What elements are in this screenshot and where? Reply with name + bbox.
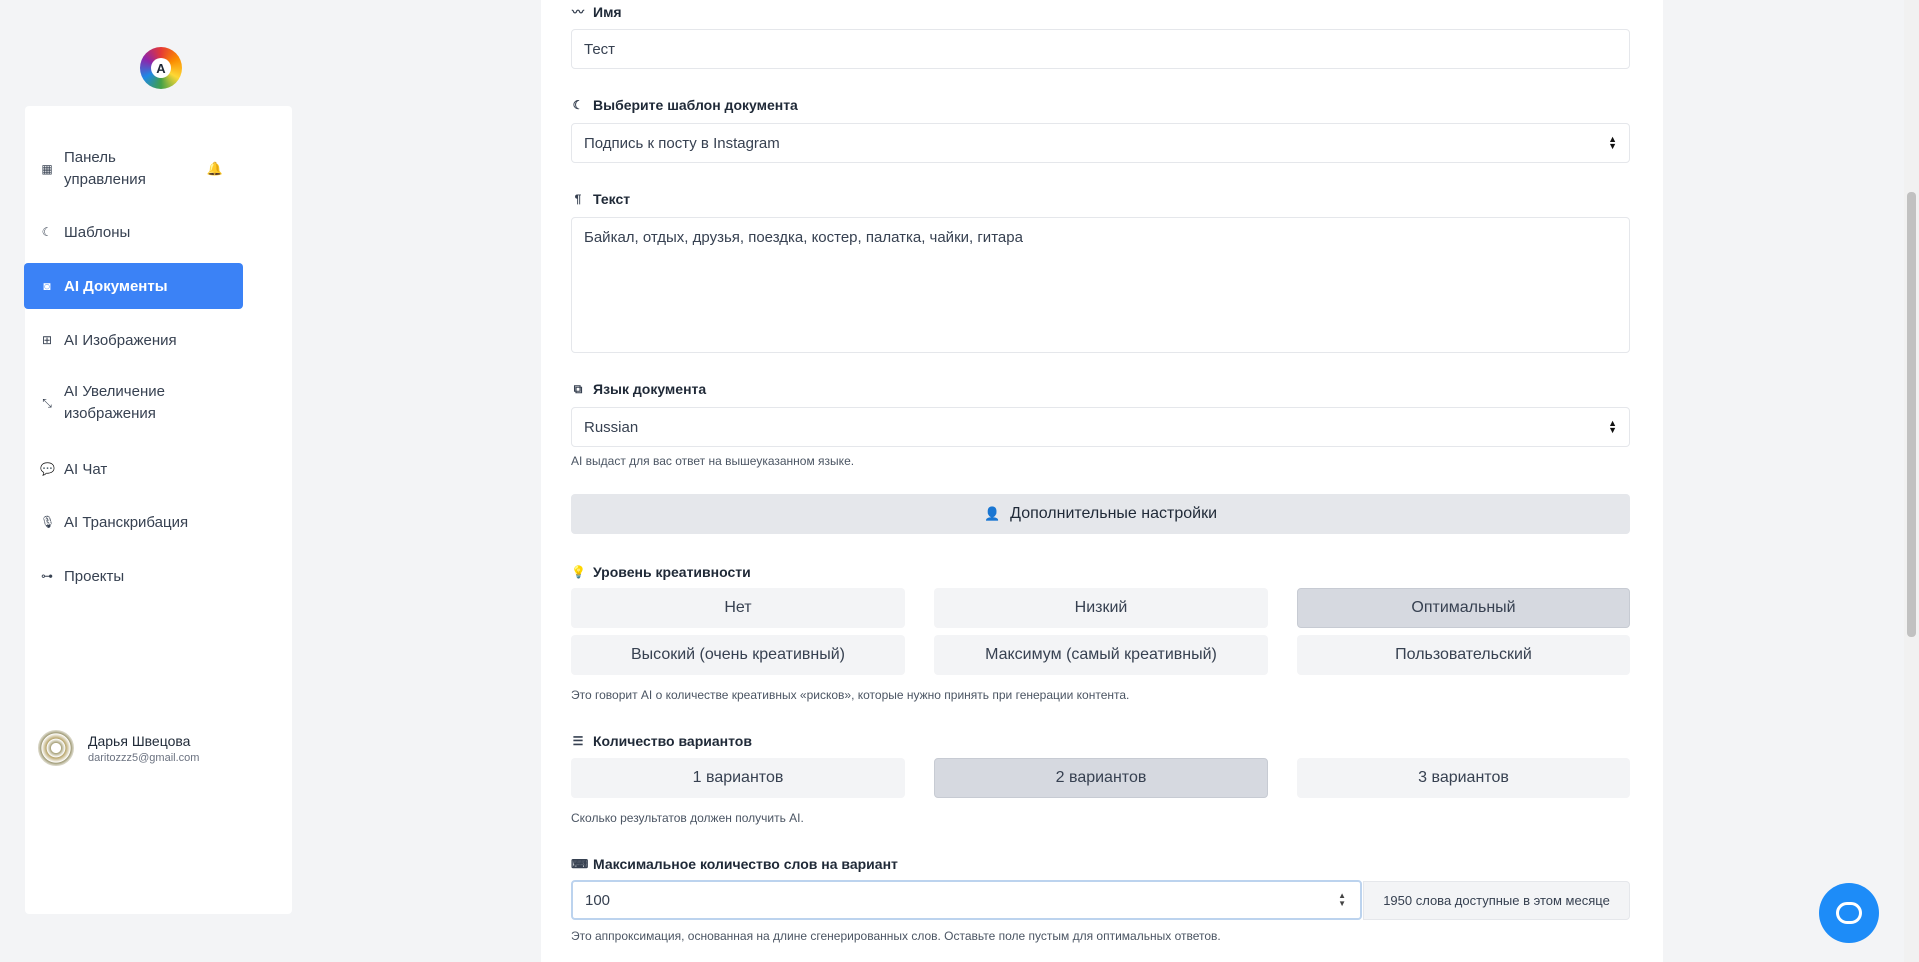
sidebar-item-dashboard[interactable]: ▦ Панель управления 🔔	[24, 146, 243, 192]
chat-icon: 💬	[40, 462, 55, 476]
sidebar-item-ai-upscale[interactable]: ⤡ AI Увеличение изображения	[24, 380, 243, 426]
spinner-arrows-icon[interactable]: ▲ ▼	[1338, 892, 1346, 908]
chat-widget-button[interactable]	[1819, 883, 1879, 943]
expand-icon: ⤡	[42, 395, 52, 410]
project-diagram-icon: ⊶	[41, 569, 53, 583]
app-logo[interactable]: A	[140, 47, 182, 89]
variants-hint: Сколько результатов должен получить AI.	[571, 811, 804, 825]
signature-icon: 〰	[571, 5, 584, 19]
language-icon: ⧉	[573, 381, 583, 396]
bell-icon[interactable]: 🔔	[207, 161, 223, 177]
user-profile[interactable]: Дарья Швецова daritozzz5@gmail.com	[38, 730, 199, 766]
sidebar-item-ai-chat[interactable]: 💬 AI Чат	[24, 454, 243, 484]
words-available-addon: 1950 слова доступные в этом месяце	[1363, 881, 1630, 920]
chat-bubble-icon	[1836, 902, 1862, 924]
avatar	[38, 730, 74, 766]
sidebar-item-label: AI Транскрибация	[64, 513, 189, 531]
creativity-option-none[interactable]: Нет	[571, 588, 905, 628]
keyboard-icon: ⌨	[571, 857, 589, 871]
advanced-settings-button[interactable]: 👤 Дополнительные настройки	[571, 494, 1630, 534]
sidebar-item-ai-transcription[interactable]: 🎙 AI Транскрибация	[24, 507, 243, 537]
image-icon: ⊞	[41, 333, 53, 347]
max-words-input[interactable]: 100 ▲ ▼	[571, 880, 1362, 920]
sidebar-item-ai-images[interactable]: ⊞ AI Изображения	[24, 325, 243, 355]
sidebar-item-label: AI Документы	[64, 277, 168, 295]
creativity-option-high[interactable]: Высокий (очень креативный)	[571, 635, 905, 675]
creativity-option-custom[interactable]: Пользовательский	[1297, 635, 1630, 675]
sidebar-item-label: Шаблоны	[64, 223, 131, 241]
text-area[interactable]: Байкал, отдых, друзья, поездка, костер, …	[571, 217, 1630, 353]
moon-icon: ☾	[572, 98, 584, 112]
name-label: 〰 Имя	[571, 3, 622, 20]
name-input[interactable]: Тест	[571, 29, 1630, 69]
text-label: ¶ Текст	[571, 191, 630, 207]
creativity-option-low[interactable]: Низкий	[934, 588, 1268, 628]
sidebar-item-projects[interactable]: ⊶ Проекты	[24, 561, 243, 591]
sidebar-item-label: AI Изображения	[64, 331, 177, 349]
variants-option-3[interactable]: 3 вариантов	[1297, 758, 1630, 798]
creativity-label: 💡 Уровень креативности	[571, 564, 751, 580]
creativity-option-optimal[interactable]: Оптимальный	[1297, 588, 1630, 628]
select-arrows-icon: ▲ ▼	[1608, 134, 1617, 151]
template-label: ☾ Выберите шаблон документа	[572, 97, 798, 113]
variants-option-2[interactable]: 2 вариантов	[934, 758, 1268, 798]
list-icon: ☰	[572, 734, 584, 748]
sidebar-item-label: Панель управления	[64, 149, 146, 188]
user-email: daritozzz5@gmail.com	[88, 751, 200, 764]
sidebar-item-templates[interactable]: ☾ Шаблоны	[24, 217, 243, 247]
user-name: Дарья Швецова	[88, 732, 191, 749]
paragraph-icon: ¶	[574, 192, 582, 206]
scrollbar-thumb[interactable]	[1907, 192, 1916, 637]
sidebar-item-label: AI Чат	[64, 460, 108, 478]
max-words-hint: Это аппроксимация, основанная на длине с…	[571, 929, 1221, 943]
moon-icon: ☾	[41, 225, 53, 239]
variants-option-1[interactable]: 1 вариантов	[571, 758, 905, 798]
creativity-option-max[interactable]: Максимум (самый креативный)	[934, 635, 1268, 675]
creativity-hint: Это говорит AI о количестве креативных «…	[571, 688, 1130, 702]
robot-icon: ◙	[43, 279, 51, 293]
language-select[interactable]: Russian ▲ ▼	[571, 407, 1630, 447]
language-label: ⧉ Язык документа	[571, 381, 706, 397]
microphone-icon: 🎙	[40, 515, 56, 529]
user-cog-icon: 👤	[983, 506, 1001, 521]
select-arrows-icon: ▲ ▼	[1608, 418, 1617, 435]
grid-icon: ▦	[41, 162, 53, 176]
sidebar-item-label: Проекты	[64, 567, 125, 585]
language-hint: AI выдаст для вас ответ на вышеуказанном…	[571, 454, 855, 468]
variants-label: ☰ Количество вариантов	[572, 733, 752, 749]
sidebar-item-label: AI Увеличение изображения	[64, 383, 165, 422]
logo-letter: A	[151, 58, 171, 78]
template-select[interactable]: Подпись к посту в Instagram ▲ ▼	[571, 123, 1630, 163]
lightbulb-icon: 💡	[571, 565, 586, 579]
sidebar-item-ai-documents[interactable]: ◙ AI Документы	[24, 263, 243, 309]
max-words-label: ⌨ Максимальное количество слов на вариан…	[571, 856, 898, 872]
